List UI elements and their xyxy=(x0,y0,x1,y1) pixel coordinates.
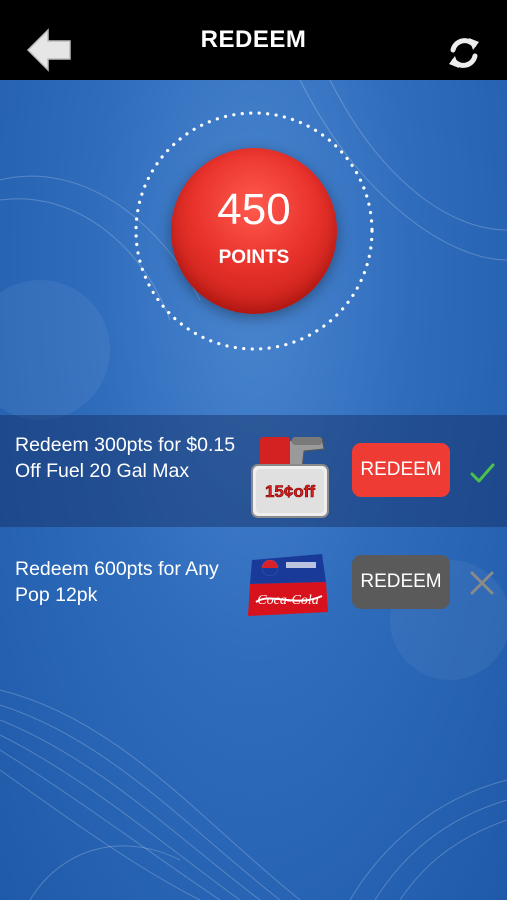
reward-row-pop: Redeem 600pts for Any Pop 12pk Coca-Cola… xyxy=(0,527,507,639)
page-title: REDEEM xyxy=(200,26,307,53)
redeem-pop-button[interactable]: REDEEM xyxy=(352,555,450,609)
reward-description: Redeem 600pts for Any Pop 12pk xyxy=(15,558,219,606)
top-bar: REDEEM xyxy=(0,0,507,80)
reward-row-fuel: Redeem 300pts for $0.15 Off Fuel 20 Gal … xyxy=(0,415,507,527)
redeem-fuel-button[interactable]: REDEEM xyxy=(352,443,450,497)
check-icon xyxy=(470,463,495,483)
soda-brand-text: Coca-Cola xyxy=(257,593,318,608)
coupon-badge-text: 15¢off xyxy=(265,482,315,501)
points-display: 450 POINTS xyxy=(133,110,375,352)
back-arrow-icon[interactable] xyxy=(24,24,76,76)
points-label: POINTS xyxy=(218,247,290,268)
reward-description: Redeem 300pts for $0.15 Off Fuel 20 Gal … xyxy=(15,434,236,482)
refresh-icon[interactable] xyxy=(445,34,483,72)
points-badge: 450 POINTS xyxy=(171,148,337,314)
fuel-coupon-image: 15¢off xyxy=(251,437,329,518)
close-icon xyxy=(470,571,494,595)
points-value: 450 xyxy=(217,185,291,234)
soda-12pk-image: Coca-Cola xyxy=(248,554,328,616)
